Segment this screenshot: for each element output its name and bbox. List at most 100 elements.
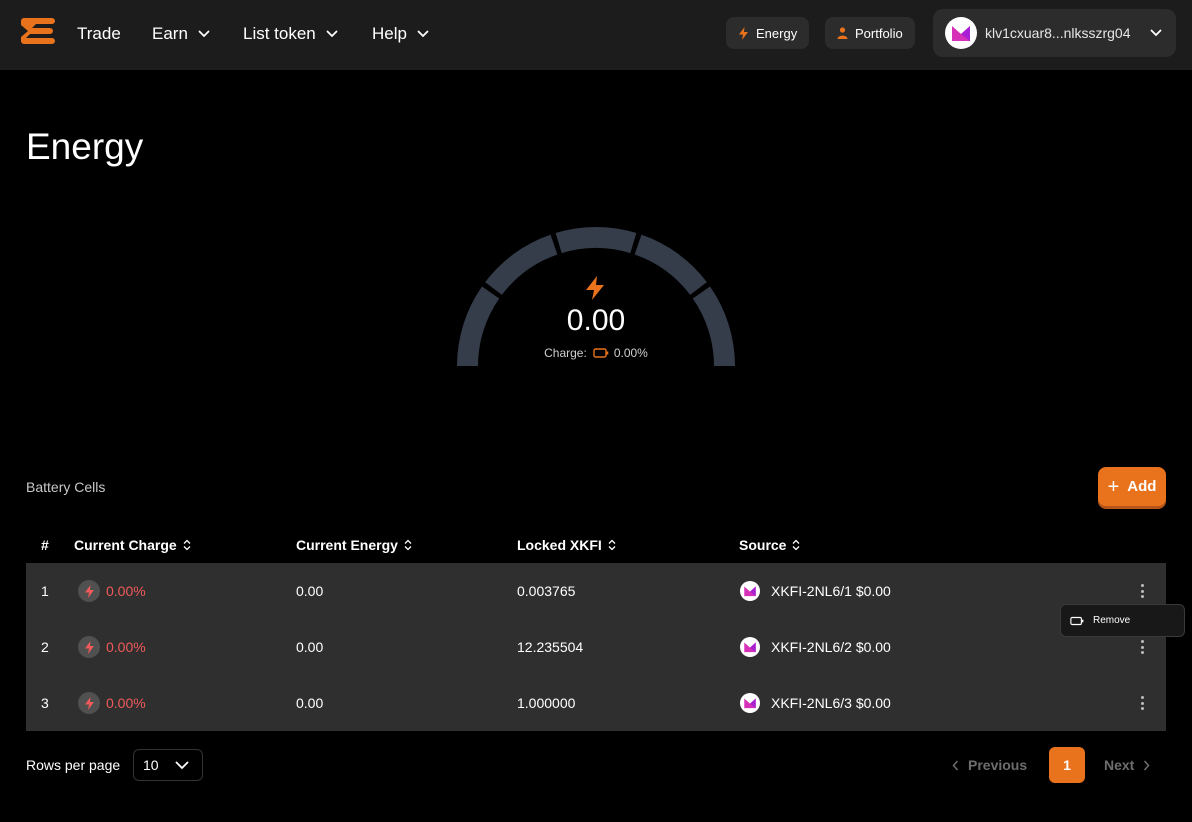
energy-button[interactable]: Energy bbox=[726, 17, 810, 49]
sort-icon bbox=[793, 539, 800, 551]
cell-current-energy: 0.00 bbox=[296, 639, 324, 655]
cell-index: 3 bbox=[41, 695, 49, 711]
cell-index: 1 bbox=[41, 583, 49, 599]
gauge-charge-value: 0.00% bbox=[613, 346, 648, 360]
cell-current-charge: 0.00% bbox=[78, 675, 146, 731]
nav-earn-label: Earn bbox=[152, 24, 188, 43]
cell-current-charge: 0.00% bbox=[78, 563, 146, 619]
chevron-right-icon bbox=[1144, 760, 1150, 770]
gauge-charge: Charge: 0.00% bbox=[496, 346, 696, 360]
gauge-charge-label: Charge: bbox=[544, 346, 587, 360]
table-row: 1 0.00% 0.00 0.003765 XKFI-2NL6/1 $0.00 bbox=[26, 563, 1166, 619]
source-label: XKFI-2NL6/2 $0.00 bbox=[771, 639, 891, 655]
lightning-icon bbox=[586, 276, 604, 300]
battery-icon bbox=[1070, 616, 1084, 625]
chevron-down-icon bbox=[326, 30, 338, 38]
column-header-index: # bbox=[41, 537, 49, 553]
sort-icon bbox=[608, 539, 616, 551]
row-menu-icon[interactable] bbox=[1136, 695, 1148, 711]
source-label: XKFI-2NL6/1 $0.00 bbox=[771, 583, 891, 599]
remove-menu-item[interactable]: Remove bbox=[1093, 615, 1130, 626]
logo-icon[interactable] bbox=[18, 15, 58, 51]
next-label: Next bbox=[1104, 757, 1135, 773]
charge-percent: 0.00% bbox=[106, 639, 146, 655]
chevron-down-icon bbox=[1150, 29, 1162, 37]
column-header-label: Source bbox=[739, 537, 787, 553]
source-label: XKFI-2NL6/3 $0.00 bbox=[771, 695, 891, 711]
wallet-menu[interactable]: klv1cxuar8...nlksszrg04 bbox=[933, 9, 1176, 57]
page-title: Energy bbox=[26, 126, 144, 167]
cell-source: XKFI-2NL6/2 $0.00 bbox=[740, 619, 891, 675]
column-header-source[interactable]: Source bbox=[739, 537, 800, 553]
gauge-segment bbox=[555, 227, 637, 254]
column-header-locked-xkfi[interactable]: Locked XKFI bbox=[517, 537, 616, 553]
cell-current-charge: 0.00% bbox=[78, 619, 146, 675]
cell-current-energy: 0.00 bbox=[296, 695, 324, 711]
portfolio-button[interactable]: Portfolio bbox=[825, 17, 915, 49]
portfolio-button-label: Portfolio bbox=[855, 25, 903, 41]
battery-icon bbox=[593, 348, 609, 358]
chevron-down-icon bbox=[175, 761, 189, 770]
nav-help-label: Help bbox=[372, 24, 407, 43]
next-page-button[interactable]: Next bbox=[1104, 757, 1150, 773]
cell-source: XKFI-2NL6/3 $0.00 bbox=[740, 675, 891, 731]
column-header-current-charge[interactable]: Current Charge bbox=[74, 537, 191, 553]
top-navbar: Trade Earn List token Help Energy Portfo… bbox=[0, 0, 1192, 70]
cell-current-energy: 0.00 bbox=[296, 583, 324, 599]
wallet-address: klv1cxuar8...nlksszrg04 bbox=[985, 25, 1131, 41]
nav-earn[interactable]: Earn bbox=[152, 22, 210, 46]
previous-page-button[interactable]: Previous bbox=[952, 757, 1027, 773]
sort-icon bbox=[183, 539, 191, 551]
cell-index: 2 bbox=[41, 639, 49, 655]
row-menu-icon[interactable] bbox=[1136, 583, 1148, 599]
user-icon bbox=[837, 27, 848, 39]
plus-icon: + bbox=[1107, 475, 1120, 498]
gauge-segment bbox=[457, 286, 500, 366]
token-icon bbox=[740, 581, 760, 601]
row-menu-icon[interactable] bbox=[1136, 639, 1148, 655]
lightning-icon bbox=[78, 636, 100, 658]
column-header-label: Current Energy bbox=[296, 537, 398, 553]
nav-help[interactable]: Help bbox=[372, 22, 429, 46]
column-header-label: Current Charge bbox=[74, 537, 177, 553]
add-button[interactable]: + Add bbox=[1098, 467, 1166, 506]
column-header-label: Locked XKFI bbox=[517, 537, 602, 553]
chevron-left-icon bbox=[952, 760, 959, 770]
energy-button-label: Energy bbox=[756, 25, 798, 41]
column-header-label: # bbox=[41, 537, 49, 553]
column-header-current-energy[interactable]: Current Energy bbox=[296, 537, 412, 553]
nav-list-token-label: List token bbox=[243, 24, 316, 43]
rows-per-page-select[interactable]: 10 bbox=[133, 749, 203, 781]
cell-locked-xkfi: 12.235504 bbox=[517, 639, 584, 655]
chevron-down-icon bbox=[198, 30, 210, 38]
page-button[interactable]: 1 bbox=[1049, 747, 1085, 783]
nav-trade[interactable]: Trade bbox=[77, 22, 121, 46]
gauge-segment bbox=[692, 286, 735, 366]
rows-per-page-value: 10 bbox=[143, 757, 159, 773]
gauge-segment bbox=[634, 234, 707, 295]
gauge-segment bbox=[485, 234, 558, 295]
nav-list-token[interactable]: List token bbox=[243, 22, 338, 46]
cell-locked-xkfi: 0.003765 bbox=[517, 583, 576, 599]
charge-percent: 0.00% bbox=[106, 695, 146, 711]
battery-cells-table: 1 0.00% 0.00 0.003765 XKFI-2NL6/1 $0.00 … bbox=[26, 563, 1166, 731]
chevron-down-icon bbox=[417, 30, 429, 38]
lightning-icon bbox=[739, 26, 748, 40]
add-button-label: Add bbox=[1127, 478, 1157, 495]
lightning-icon bbox=[78, 580, 100, 602]
rows-per-page-label: Rows per page bbox=[26, 757, 121, 773]
token-icon bbox=[740, 693, 760, 713]
row-context-menu: Remove bbox=[1060, 604, 1185, 637]
cell-source: XKFI-2NL6/1 $0.00 bbox=[740, 563, 891, 619]
sort-icon bbox=[404, 539, 412, 551]
gauge-value: 0.00 bbox=[566, 304, 626, 337]
section-label: Battery Cells bbox=[26, 479, 106, 495]
charge-percent: 0.00% bbox=[106, 583, 146, 599]
previous-label: Previous bbox=[968, 757, 1028, 773]
lightning-icon bbox=[78, 692, 100, 714]
cell-locked-xkfi: 1.000000 bbox=[517, 695, 576, 711]
nav-trade-label: Trade bbox=[77, 24, 121, 43]
table-row: 2 0.00% 0.00 12.235504 XKFI-2NL6/2 $0.00 bbox=[26, 619, 1166, 675]
token-icon bbox=[740, 637, 760, 657]
wallet-avatar-icon bbox=[945, 17, 977, 49]
